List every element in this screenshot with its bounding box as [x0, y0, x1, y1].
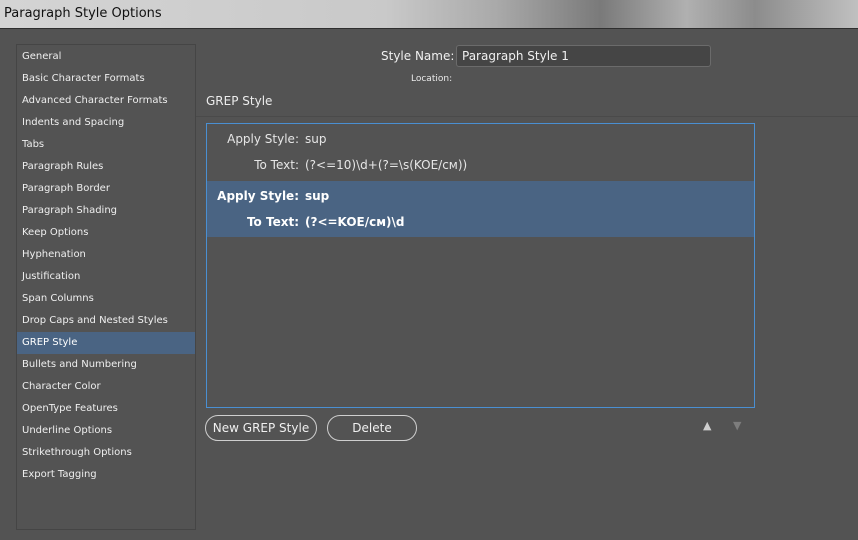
sidebar-item-grep-style[interactable]: GREP Style	[17, 332, 195, 354]
sidebar-item-keep-options[interactable]: Keep Options	[17, 222, 195, 244]
style-name-label: Style Name:	[381, 49, 455, 63]
sidebar-item-drop-caps-and-nested-styles[interactable]: Drop Caps and Nested Styles	[17, 310, 195, 332]
category-sidebar: General Basic Character Formats Advanced…	[16, 44, 196, 530]
to-text-row[interactable]: To Text: (?<=KOE/см)\d	[207, 212, 405, 232]
sidebar-item-hyphenation[interactable]: Hyphenation	[17, 244, 195, 266]
move-up-arrow-icon[interactable]: ▲	[703, 419, 711, 432]
grep-rule-selected[interactable]: Apply Style: sup To Text: (?<=KOE/см)\d	[207, 181, 754, 237]
sidebar-item-paragraph-border[interactable]: Paragraph Border	[17, 178, 195, 200]
sidebar-item-export-tagging[interactable]: Export Tagging	[17, 464, 195, 486]
style-name-input[interactable]	[456, 45, 711, 67]
to-text-expression[interactable]: (?<=KOE/см)\d	[305, 215, 404, 229]
sidebar-item-strikethrough-options[interactable]: Strikethrough Options	[17, 442, 195, 464]
sidebar-item-character-color[interactable]: Character Color	[17, 376, 195, 398]
sidebar-item-paragraph-shading[interactable]: Paragraph Shading	[17, 200, 195, 222]
to-text-expression[interactable]: (?<=10)\d+(?=\s(KOE/см))	[305, 158, 467, 172]
new-grep-style-button[interactable]: New GREP Style	[205, 415, 317, 441]
location-label: Location:	[411, 74, 453, 84]
grep-style-list[interactable]: Apply Style: sup To Text: (?<=10)\d+(?=\s(…	[206, 123, 755, 408]
apply-style-label: Apply Style:	[227, 132, 299, 146]
move-down-arrow-icon[interactable]: ▼	[733, 419, 741, 432]
apply-style-row[interactable]: Apply Style: sup	[207, 129, 326, 149]
section-divider	[196, 116, 858, 117]
grep-rule[interactable]: Apply Style: sup To Text: (?<=10)\d+(?=\s(…	[207, 124, 754, 180]
apply-style-value[interactable]: sup	[305, 189, 329, 203]
sidebar-item-tabs[interactable]: Tabs	[17, 134, 195, 156]
section-title: GREP Style	[206, 94, 273, 108]
sidebar-item-general[interactable]: General	[17, 46, 195, 68]
delete-button[interactable]: Delete	[327, 415, 417, 441]
sidebar-item-basic-character-formats[interactable]: Basic Character Formats	[17, 68, 195, 90]
window-title: Paragraph Style Options	[4, 6, 162, 21]
apply-style-row[interactable]: Apply Style: sup	[207, 186, 329, 206]
sidebar-item-advanced-character-formats[interactable]: Advanced Character Formats	[17, 90, 195, 112]
sidebar-item-paragraph-rules[interactable]: Paragraph Rules	[17, 156, 195, 178]
title-bar: Paragraph Style Options	[0, 0, 858, 29]
to-text-row[interactable]: To Text: (?<=10)\d+(?=\s(KOE/см))	[207, 155, 467, 175]
sidebar-item-span-columns[interactable]: Span Columns	[17, 288, 195, 310]
apply-style-label: Apply Style:	[217, 189, 299, 203]
to-text-label: To Text:	[246, 215, 299, 229]
sidebar-item-bullets-and-numbering[interactable]: Bullets and Numbering	[17, 354, 195, 376]
sidebar-item-justification[interactable]: Justification	[17, 266, 195, 288]
to-text-label: To Text:	[254, 158, 299, 172]
sidebar-item-underline-options[interactable]: Underline Options	[17, 420, 195, 442]
sidebar-item-indents-and-spacing[interactable]: Indents and Spacing	[17, 112, 195, 134]
apply-style-value[interactable]: sup	[305, 132, 326, 146]
sidebar-item-opentype-features[interactable]: OpenType Features	[17, 398, 195, 420]
